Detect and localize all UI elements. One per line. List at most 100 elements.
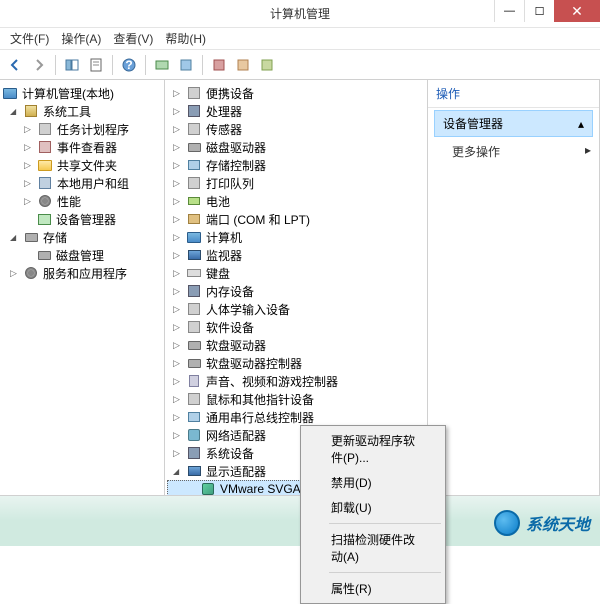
expand-icon[interactable] xyxy=(24,142,35,153)
expand-icon[interactable] xyxy=(173,358,184,369)
device-category-processors[interactable]: 处理器 xyxy=(167,102,425,120)
expand-icon[interactable] xyxy=(173,250,184,261)
tree-root-computer-management[interactable]: 计算机管理(本地) xyxy=(2,84,162,102)
tree-disk-management[interactable]: 磁盘管理 xyxy=(2,246,162,264)
scan-hardware-button[interactable] xyxy=(151,54,173,76)
toolbar-separator xyxy=(55,55,56,75)
expand-icon[interactable] xyxy=(173,160,184,171)
device-category-storage_ctrl[interactable]: 存储控制器 xyxy=(167,156,425,174)
expand-icon[interactable] xyxy=(173,430,184,441)
device-category-portable[interactable]: 便携设备 xyxy=(167,84,425,102)
ctx-scan-hardware[interactable]: 扫描检测硬件改动(A) xyxy=(303,527,443,569)
expand-icon[interactable] xyxy=(173,412,184,423)
uninstall-button[interactable] xyxy=(208,54,230,76)
tree-local-users[interactable]: 本地用户和组 xyxy=(2,174,162,192)
expand-icon[interactable] xyxy=(173,304,184,315)
menu-action[interactable]: 操作(A) xyxy=(55,28,107,49)
actions-selected-item[interactable]: 设备管理器 ▴ xyxy=(434,110,593,137)
device-category-label: 磁盘驱动器 xyxy=(206,139,266,156)
toolbar-separator xyxy=(145,55,146,75)
expand-icon[interactable] xyxy=(173,106,184,117)
ctx-update-driver[interactable]: 更新驱动程序软件(P)... xyxy=(303,428,443,470)
usb_ctrl-icon xyxy=(186,409,202,425)
device-category-label: 通用串行总线控制器 xyxy=(206,409,314,426)
expand-icon[interactable] xyxy=(173,124,184,135)
device-category-software[interactable]: 软件设备 xyxy=(167,318,425,336)
device-category-memory[interactable]: 内存设备 xyxy=(167,282,425,300)
expand-icon[interactable] xyxy=(10,106,21,117)
device-category-computer[interactable]: 计算机 xyxy=(167,228,425,246)
minimize-button[interactable]: — xyxy=(494,0,524,22)
update-driver-button[interactable] xyxy=(175,54,197,76)
device-category-sensors[interactable]: 传感器 xyxy=(167,120,425,138)
expand-icon[interactable] xyxy=(24,178,35,189)
expand-icon[interactable] xyxy=(10,268,21,279)
expand-icon[interactable] xyxy=(173,196,184,207)
close-button[interactable]: ✕ xyxy=(554,0,600,22)
tree-services-apps[interactable]: 服务和应用程序 xyxy=(2,264,162,282)
actions-selected-label: 设备管理器 xyxy=(443,115,503,132)
device-category-label: 端口 (COM 和 LPT) xyxy=(206,211,310,228)
expand-icon[interactable] xyxy=(24,124,35,135)
expand-icon[interactable] xyxy=(173,178,184,189)
ctx-uninstall[interactable]: 卸载(U) xyxy=(303,495,443,520)
expand-icon[interactable] xyxy=(173,142,184,153)
tree-system-tools[interactable]: 系统工具 xyxy=(2,102,162,120)
enable-button[interactable] xyxy=(256,54,278,76)
device-category-floppy_ctrl[interactable]: 软盘驱动器控制器 xyxy=(167,354,425,372)
device-category-monitors[interactable]: 监视器 xyxy=(167,246,425,264)
back-button[interactable] xyxy=(4,54,26,76)
tree-event-viewer[interactable]: 事件查看器 xyxy=(2,138,162,156)
ctx-disable[interactable]: 禁用(D) xyxy=(303,470,443,495)
network-icon xyxy=(186,427,202,443)
show-hide-tree-button[interactable] xyxy=(61,54,83,76)
ctx-properties[interactable]: 属性(R) xyxy=(303,576,443,601)
expand-icon[interactable] xyxy=(173,232,184,243)
expand-icon[interactable] xyxy=(173,286,184,297)
menu-view[interactable]: 查看(V) xyxy=(107,28,159,49)
expand-icon[interactable] xyxy=(173,466,184,477)
expand-icon[interactable] xyxy=(173,88,184,99)
expand-icon[interactable] xyxy=(173,340,184,351)
device-category-hid[interactable]: 人体学输入设备 xyxy=(167,300,425,318)
actions-more[interactable]: 更多操作 ▸ xyxy=(428,137,599,166)
expand-icon[interactable] xyxy=(10,232,21,243)
expand-icon[interactable] xyxy=(24,196,35,207)
device-category-print_queues[interactable]: 打印队列 xyxy=(167,174,425,192)
tree-task-scheduler[interactable]: 任务计划程序 xyxy=(2,120,162,138)
device-category-label: 系统设备 xyxy=(206,445,254,462)
device-category-batteries[interactable]: 电池 xyxy=(167,192,425,210)
system-icon xyxy=(186,445,202,461)
device-category-sound[interactable]: 声音、视频和游戏控制器 xyxy=(167,372,425,390)
device-category-label: 打印队列 xyxy=(206,175,254,192)
tree-storage[interactable]: 存储 xyxy=(2,228,162,246)
device-category-mice[interactable]: 鼠标和其他指针设备 xyxy=(167,390,425,408)
menu-file[interactable]: 文件(F) xyxy=(4,28,55,49)
chevron-right-icon: ▸ xyxy=(585,143,591,157)
expand-icon[interactable] xyxy=(173,448,184,459)
ctx-separator xyxy=(329,572,441,573)
help-button[interactable]: ? xyxy=(118,54,140,76)
tree-performance[interactable]: 性能 xyxy=(2,192,162,210)
expand-icon[interactable] xyxy=(173,214,184,225)
expand-icon[interactable] xyxy=(173,322,184,333)
properties-button[interactable] xyxy=(85,54,107,76)
device-category-disk_drives[interactable]: 磁盘驱动器 xyxy=(167,138,425,156)
tree-device-manager[interactable]: 设备管理器 xyxy=(2,210,162,228)
forward-button[interactable] xyxy=(28,54,50,76)
device-category-ports[interactable]: 端口 (COM 和 LPT) xyxy=(167,210,425,228)
disable-button[interactable] xyxy=(232,54,254,76)
storage-icon xyxy=(23,229,39,245)
expand-icon[interactable] xyxy=(173,268,184,279)
device-category-usb_ctrl[interactable]: 通用串行总线控制器 xyxy=(167,408,425,426)
menu-help[interactable]: 帮助(H) xyxy=(159,28,212,49)
maximize-button[interactable]: ☐ xyxy=(524,0,554,22)
storage_ctrl-icon xyxy=(186,157,202,173)
display-icon xyxy=(186,463,202,479)
device-category-dvd[interactable]: 软盘驱动器 xyxy=(167,336,425,354)
device-category-keyboards[interactable]: 键盘 xyxy=(167,264,425,282)
expand-icon[interactable] xyxy=(173,394,184,405)
expand-icon[interactable] xyxy=(24,160,35,171)
expand-icon[interactable] xyxy=(173,376,184,387)
tree-shared-folders[interactable]: 共享文件夹 xyxy=(2,156,162,174)
